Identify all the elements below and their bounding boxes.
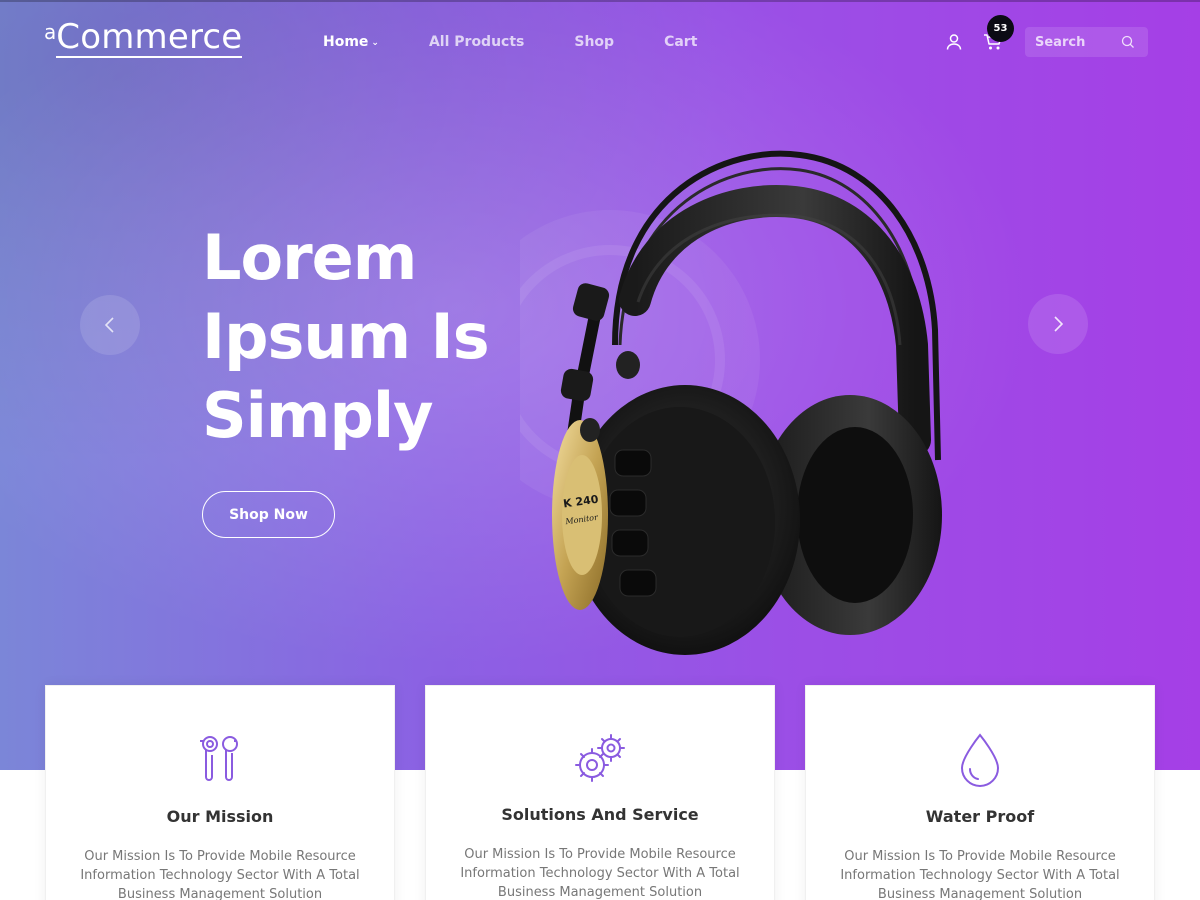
search-icon[interactable]: [1121, 35, 1135, 49]
feature-card-solutions-and-service: Solutions And Service Our Mission Is To …: [425, 685, 775, 900]
nav-item-cart[interactable]: Cart: [664, 31, 697, 53]
nav-item-home[interactable]: Home ⌄: [323, 31, 379, 53]
cart-count-badge: 53: [987, 15, 1014, 42]
top-border: [0, 0, 1200, 2]
feature-title: Solutions And Service: [501, 805, 699, 824]
chevron-right-icon: [1054, 316, 1064, 332]
gears-icon: [572, 731, 628, 787]
nav-item-all-products[interactable]: All Products: [429, 31, 524, 53]
feature-text: Our Mission Is To Provide Mobile Resourc…: [460, 847, 740, 900]
earbuds-icon: [192, 731, 248, 787]
hero-banner: a Commerce Home ⌄ All Products Shop Cart…: [0, 0, 1200, 770]
search-input[interactable]: [1025, 34, 1119, 50]
headphones-product-image: K 240 Monitor: [520, 150, 942, 655]
chevron-left-icon: [104, 317, 114, 333]
feature-card-our-mission: Our Mission Our Mission Is To Provide Mo…: [45, 685, 395, 900]
feature-text: Our Mission Is To Provide Mobile Resourc…: [840, 849, 1120, 900]
nav-item-label: Cart: [664, 34, 698, 50]
user-icon[interactable]: [945, 33, 963, 51]
nav-item-label: All Products: [428, 34, 525, 50]
logo-small-letter: a: [44, 20, 57, 44]
feature-text: Our Mission Is To Provide Mobile Resourc…: [80, 849, 360, 900]
nav-item-label: Home: [323, 34, 369, 50]
search-box: [1025, 27, 1148, 57]
feature-title: Water Proof: [925, 807, 1035, 826]
nav-item-shop[interactable]: Shop: [574, 31, 614, 53]
shop-now-button[interactable]: Shop Now: [202, 491, 335, 538]
logo-text: Commerce: [56, 17, 243, 58]
feature-title: Our Mission: [166, 807, 274, 826]
water-drop-icon: [952, 731, 1008, 787]
feature-cards: Our Mission Our Mission Is To Provide Mo…: [45, 685, 1155, 900]
hero-title: Lorem Ipsum Is Simply: [202, 221, 490, 452]
nav-item-label: Shop: [574, 34, 615, 50]
main-nav: Home ⌄ All Products Shop Cart: [323, 31, 747, 53]
logo[interactable]: a Commerce: [44, 17, 243, 58]
slider-prev-button[interactable]: [80, 295, 140, 355]
chevron-down-icon: ⌄: [371, 38, 379, 48]
feature-card-water-proof: Water Proof Our Mission Is To Provide Mo…: [805, 685, 1155, 900]
slider-next-button[interactable]: [1028, 294, 1088, 354]
